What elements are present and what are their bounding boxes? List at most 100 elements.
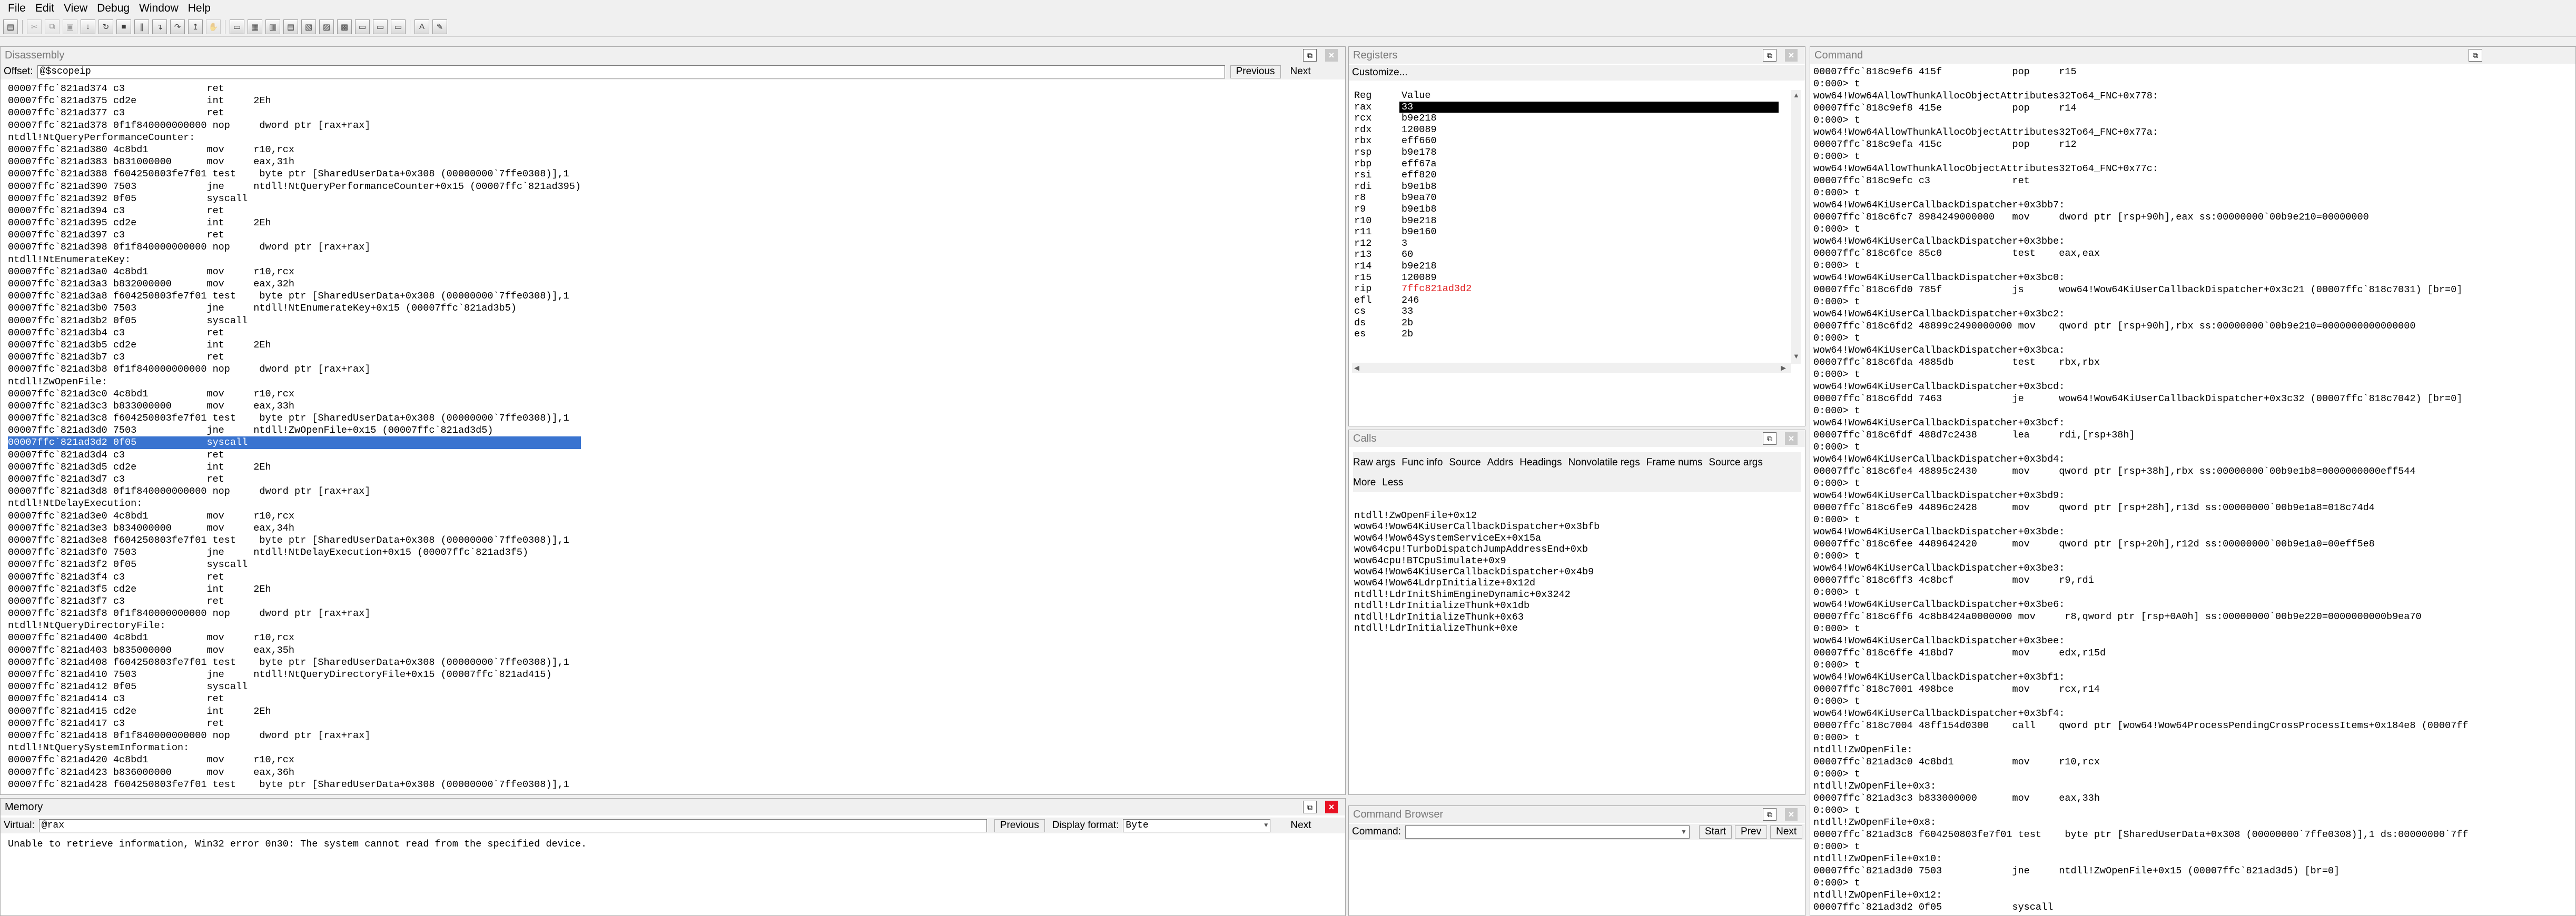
- disassembly-listing[interactable]: 00007ffc`821ad374 c3 ret 00007ffc`821ad37…: [8, 83, 581, 791]
- registers-icon[interactable]: ▧: [301, 19, 316, 34]
- start-button[interactable]: Start: [1699, 825, 1732, 839]
- register-value[interactable]: b9e160: [1399, 226, 1779, 238]
- disassembly-line[interactable]: 00007ffc`821ad3c0 4c8bd1 mov r10,rcx: [8, 388, 581, 400]
- disassembly-line[interactable]: 00007ffc`821ad417 c3 ret: [8, 718, 581, 730]
- pane-dock-icon[interactable]: ⧉: [1763, 432, 1776, 445]
- register-row[interactable]: r14 b9e218: [1352, 261, 1779, 272]
- command-input[interactable]: ▼: [1405, 825, 1690, 839]
- menu-debug[interactable]: Debug: [92, 2, 134, 15]
- disassembly-symbol-label[interactable]: ntdll!NtQuerySystemInformation:: [8, 742, 581, 754]
- copy-icon[interactable]: ⧉: [45, 19, 60, 34]
- run-to-cursor-icon[interactable]: ✋: [206, 19, 221, 34]
- disassembly-line[interactable]: 00007ffc`821ad3e0 4c8bd1 mov r10,rcx: [8, 510, 581, 522]
- stop-icon[interactable]: ■: [116, 19, 131, 34]
- source-mode-icon[interactable]: ▭: [230, 19, 244, 34]
- call-stack-frame[interactable]: wow64!Wow64LdrpInitialize+0x12d: [1354, 578, 1600, 589]
- step-into-icon[interactable]: ↴: [152, 19, 167, 34]
- disassembly-line[interactable]: 00007ffc`821ad423 b836000000 mov eax,36h: [8, 766, 581, 779]
- register-value[interactable]: 33: [1399, 101, 1779, 113]
- disassembly-line[interactable]: 00007ffc`821ad3a8 f604250803fe7f01 test …: [8, 290, 581, 302]
- call-stack-frame[interactable]: ntdll!ZwOpenFile+0x12: [1354, 510, 1600, 521]
- call-stack-frame[interactable]: wow64!Wow64KiUserCallbackDispatcher+0x4b…: [1354, 566, 1600, 578]
- disassembly-line[interactable]: 00007ffc`821ad3e8 f604250803fe7f01 test …: [8, 534, 581, 546]
- offset-input[interactable]: @$scopeip: [37, 65, 1225, 78]
- disassembly-line[interactable]: 00007ffc`821ad383 b831000000 mov eax,31h: [8, 156, 581, 168]
- scroll-right-icon[interactable]: ▶: [1781, 364, 1786, 372]
- disassembly-line[interactable]: 00007ffc`821ad390 7503 jne ntdll!NtQuery…: [8, 181, 581, 193]
- registers-table[interactable]: Reg Value rax 33 rcx b9e218 rdx 120089 rbx eff6…: [1352, 90, 1779, 340]
- register-row[interactable]: r15 120089: [1352, 272, 1779, 284]
- register-value[interactable]: b9e218: [1399, 215, 1779, 227]
- disassembly-line[interactable]: 00007ffc`821ad377 c3 ret: [8, 107, 581, 119]
- command-output[interactable]: 00007ffc`818c9ef6 415f pop r15 0:000> t wo…: [1813, 66, 2468, 913]
- virtual-address-input[interactable]: @rax: [38, 819, 987, 832]
- register-row[interactable]: efl 246: [1352, 295, 1779, 306]
- calls-option-more[interactable]: More: [1353, 473, 1376, 493]
- registers-vertical-scrollbar[interactable]: ▲ ▼: [1791, 90, 1801, 364]
- processes-icon[interactable]: ▭: [391, 19, 406, 34]
- call-stack-frame[interactable]: wow64cpu!TurboDispatchJumpAddressEnd+0xb: [1354, 544, 1600, 555]
- pane-dock-icon[interactable]: ⧉: [1303, 49, 1317, 62]
- call-stack-frame[interactable]: wow64!Wow64SystemServiceEx+0x15a: [1354, 533, 1600, 544]
- close-icon[interactable]: ×: [1785, 432, 1798, 445]
- scratch-pad-icon[interactable]: ▭: [373, 19, 388, 34]
- register-value[interactable]: 246: [1399, 295, 1779, 306]
- disassembly-line[interactable]: 00007ffc`821ad378 0f1f840000000000 nop d…: [8, 120, 581, 132]
- disassembly-line[interactable]: 00007ffc`821ad3f7 c3 ret: [8, 595, 581, 608]
- disassembly-line[interactable]: 00007ffc`821ad398 0f1f840000000000 nop d…: [8, 241, 581, 253]
- disassembly-line[interactable]: 00007ffc`821ad374 c3 ret: [8, 83, 581, 95]
- call-stack-frame[interactable]: ntdll!LdrInitShimEngineDynamic+0x3242: [1354, 589, 1600, 600]
- disassembly-line[interactable]: 00007ffc`821ad414 c3 ret: [8, 693, 581, 705]
- register-row[interactable]: rbp eff67a: [1352, 158, 1779, 170]
- disassembly-line[interactable]: 00007ffc`821ad395 cd2e int 2Eh: [8, 217, 581, 229]
- menu-window[interactable]: Window: [134, 2, 183, 15]
- call-stack-frame[interactable]: wow64!Wow64KiUserCallbackDispatcher+0x3b…: [1354, 521, 1600, 532]
- break-icon[interactable]: ∥: [134, 19, 149, 34]
- register-row[interactable]: rdi b9e1b8: [1352, 181, 1779, 193]
- next-button[interactable]: Next: [1285, 819, 1316, 832]
- register-value[interactable]: b9e1b8: [1399, 181, 1779, 193]
- disassembly-line[interactable]: 00007ffc`821ad3a0 4c8bd1 mov r10,rcx: [8, 266, 581, 278]
- disassembly-line[interactable]: 00007ffc`821ad3d5 cd2e int 2Eh: [8, 461, 581, 473]
- disassembly-line[interactable]: 00007ffc`821ad3b5 cd2e int 2Eh: [8, 339, 581, 351]
- disassembly-line[interactable]: 00007ffc`821ad3f0 7503 jne ntdll!NtDelay…: [8, 546, 581, 559]
- pane-dock-icon[interactable]: ⧉: [1763, 49, 1776, 62]
- next-button[interactable]: Next: [1285, 65, 1316, 78]
- pane-dock-icon[interactable]: ⧉: [2469, 49, 2482, 62]
- register-row[interactable]: r12 3: [1352, 238, 1779, 250]
- disassembly-line[interactable]: 00007ffc`821ad375 cd2e int 2Eh: [8, 95, 581, 107]
- register-row[interactable]: r11 b9e160: [1352, 226, 1779, 238]
- disassembly-line[interactable]: 00007ffc`821ad3c8 f604250803fe7f01 test …: [8, 412, 581, 424]
- disassembly-line[interactable]: 00007ffc`821ad412 0f05 syscall: [8, 681, 581, 693]
- register-row[interactable]: r8 b9ea70: [1352, 192, 1779, 204]
- menu-file[interactable]: File: [3, 2, 31, 15]
- calls-option-source-args[interactable]: Source args: [1709, 453, 1762, 473]
- register-row[interactable]: rsp b9e178: [1352, 147, 1779, 158]
- calls-option-addrs[interactable]: Addrs: [1487, 453, 1514, 473]
- customize-button[interactable]: Customize...: [1352, 67, 1408, 78]
- disassembly-line[interactable]: 00007ffc`821ad418 0f1f840000000000 nop d…: [8, 730, 581, 742]
- close-icon[interactable]: ×: [1785, 49, 1798, 62]
- menu-help[interactable]: Help: [183, 2, 215, 15]
- disassembly-symbol-label[interactable]: ntdll!ZwOpenFile:: [8, 376, 581, 388]
- register-row[interactable]: ds 2b: [1352, 317, 1779, 329]
- disassembly-line[interactable]: 00007ffc`821ad420 4c8bd1 mov r10,rcx: [8, 754, 581, 766]
- open-icon[interactable]: ▤: [3, 19, 18, 34]
- font-icon[interactable]: A: [414, 19, 429, 34]
- disassembly-icon[interactable]: ▭: [355, 19, 370, 34]
- register-value[interactable]: b9ea70: [1399, 192, 1779, 204]
- previous-button[interactable]: Previous: [994, 819, 1045, 832]
- register-value[interactable]: eff67a: [1399, 158, 1779, 170]
- disassembly-line[interactable]: 00007ffc`821ad3e3 b834000000 mov eax,34h: [8, 522, 581, 534]
- disassembly-line[interactable]: 00007ffc`821ad3b8 0f1f840000000000 nop d…: [8, 363, 581, 375]
- disassembly-symbol-label[interactable]: ntdll!NtQueryDirectoryFile:: [8, 620, 581, 632]
- options-icon[interactable]: ✎: [432, 19, 447, 34]
- disassembly-line[interactable]: 00007ffc`821ad3b2 0f05 syscall: [8, 315, 581, 327]
- disassembly-line[interactable]: 00007ffc`821ad3f5 cd2e int 2Eh: [8, 583, 581, 595]
- next-button[interactable]: Next: [1770, 825, 1803, 839]
- close-icon[interactable]: ×: [1785, 808, 1798, 821]
- disassembly-line[interactable]: 00007ffc`821ad3d8 0f1f840000000000 nop d…: [8, 485, 581, 497]
- close-icon[interactable]: ×: [1325, 49, 1338, 62]
- disassembly-line[interactable]: 00007ffc`821ad380 4c8bd1 mov r10,rcx: [8, 144, 581, 156]
- watch-icon[interactable]: ▥: [265, 19, 280, 34]
